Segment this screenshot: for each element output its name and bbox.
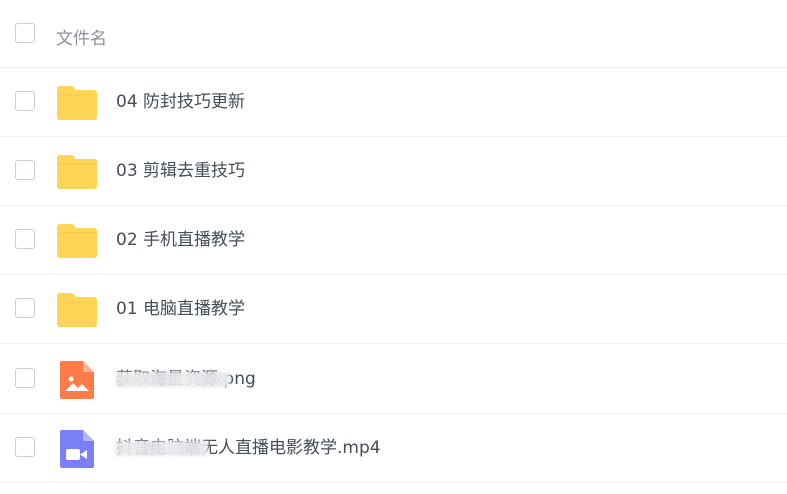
file-row-checkbox[interactable] [15,229,35,249]
file-row-checkbox[interactable] [15,368,35,388]
file-name[interactable]: 01 电脑直播教学 [116,298,245,320]
file-row[interactable]: 获取海量资源.png [0,345,787,414]
file-list-header: 文件名 [0,0,787,68]
file-row-checkbox[interactable] [15,160,35,180]
video-file-icon [60,430,94,468]
file-name[interactable]: 02 手机直播教学 [116,229,245,251]
file-name[interactable]: 04 防封技巧更新 [116,91,245,113]
file-row[interactable]: 02 手机直播教学 [0,206,787,275]
redaction-blur [116,441,208,456]
file-row[interactable]: 抖音电脑端无人直播电影教学.mp4 [0,414,787,483]
folder-icon [57,293,97,327]
folder-icon [57,86,97,120]
file-row[interactable]: 04 防封技巧更新 [0,68,787,137]
file-row[interactable]: 01 电脑直播教学 [0,275,787,344]
file-row-checkbox[interactable] [15,437,35,457]
redaction-blur [116,372,230,387]
folder-icon [57,224,97,258]
file-row-checkbox[interactable] [15,298,35,318]
image-file-icon [60,361,94,399]
column-header-filename: 文件名 [56,29,107,49]
file-row[interactable]: 03 剪辑去重技巧 [0,137,787,206]
file-list: 文件名 04 防封技巧更新 03 剪辑去重技巧 02 手机直播教学 01 电脑直… [0,0,787,494]
select-all-checkbox[interactable] [15,23,35,43]
folder-icon [57,155,97,189]
file-row-checkbox[interactable] [15,91,35,111]
file-name[interactable]: 03 剪辑去重技巧 [116,160,245,182]
